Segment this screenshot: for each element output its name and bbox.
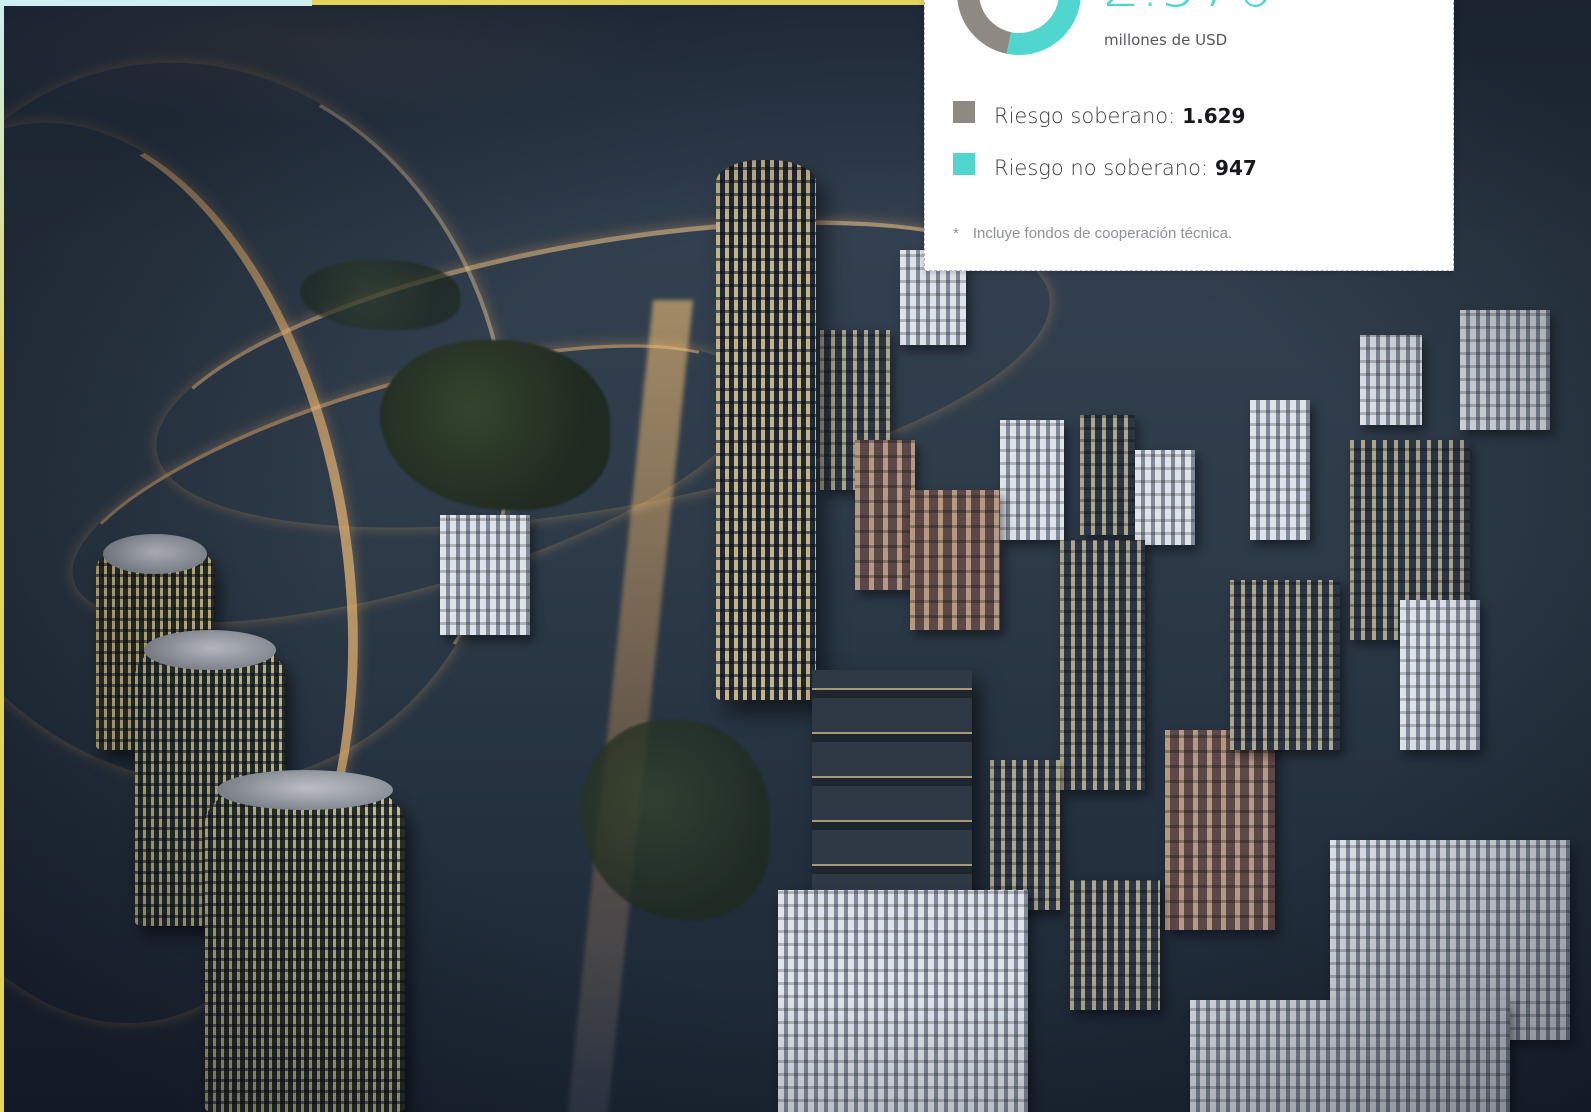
total-value: 2.576 [1103, 0, 1274, 15]
legend-value: 1.629 [1182, 104, 1246, 128]
building [1250, 400, 1310, 540]
top-accent-bar-cyan [0, 0, 312, 6]
building [1060, 540, 1145, 790]
legend-swatch [953, 101, 975, 123]
legend-label: Riesgo soberano: [994, 104, 1176, 128]
building [1230, 580, 1340, 750]
donut-chart [957, 0, 1081, 55]
lending-summary-card: 2.576 millones de USD Riesgo soberano: 1… [924, 0, 1454, 271]
legend-swatch [953, 153, 975, 175]
legend-item-riesgo-no-soberano: Riesgo no soberano: 947 [953, 153, 1257, 183]
footnote: * Incluye fondos de cooperación técnica. [953, 225, 1232, 242]
building [855, 440, 915, 590]
legend-item-riesgo-soberano: Riesgo soberano: 1.629 [953, 101, 1245, 131]
cylindrical-tower [205, 770, 405, 1112]
building [1135, 450, 1195, 545]
footnote-marker: * [953, 225, 959, 242]
building [1460, 310, 1550, 430]
report-page: 2.576 millones de USD Riesgo soberano: 1… [0, 0, 1591, 1112]
legend-label: Riesgo no soberano: [994, 156, 1209, 180]
building [440, 515, 530, 635]
donut-slice-riesgo-no-soberano [1006, 0, 1081, 55]
building [1190, 1000, 1510, 1112]
building [910, 490, 1000, 630]
building [1080, 415, 1135, 535]
building [778, 890, 1028, 1112]
legend-value: 947 [1215, 156, 1257, 180]
building [990, 760, 1060, 910]
stepped-tower [812, 670, 972, 900]
building [1000, 420, 1064, 540]
footnote-text: Incluye fondos de cooperación técnica. [972, 225, 1233, 242]
building [1400, 600, 1480, 750]
top-accent-bar-yellow [312, 0, 924, 5]
left-accent-strip [0, 0, 4, 1112]
skyscraper [716, 160, 816, 700]
building [1070, 880, 1160, 1010]
building [1360, 335, 1422, 425]
total-unit: millones de USD [1104, 31, 1228, 49]
building [1165, 730, 1275, 930]
